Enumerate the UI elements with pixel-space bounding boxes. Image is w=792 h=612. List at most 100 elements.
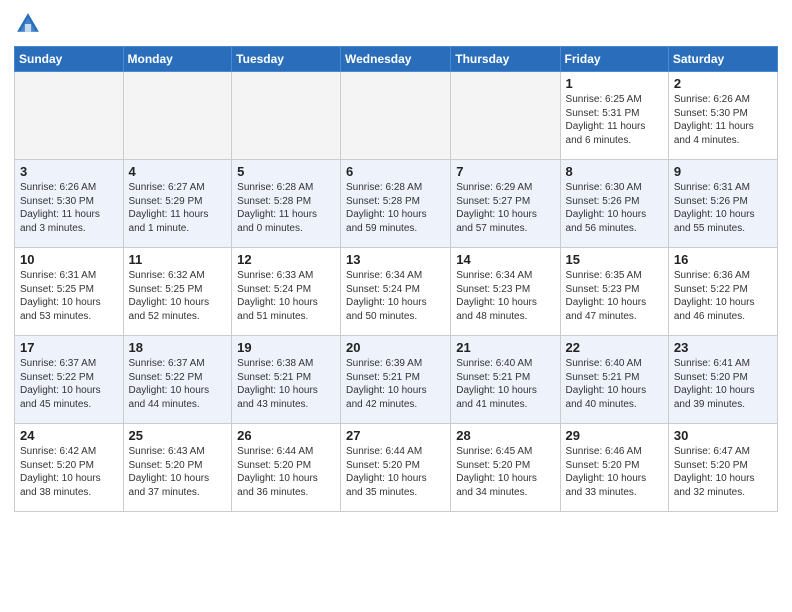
day-cell: 19 Sunrise: 6:38 AM Sunset: 5:21 PM Dayli… [232, 336, 341, 424]
weekday-tuesday: Tuesday [232, 47, 341, 72]
day-cell: 1Sunrise: 6:25 AM Sunset: 5:31 PM Daylig… [560, 72, 668, 160]
day-number: 19 [237, 340, 335, 355]
day-number: 20 [346, 340, 445, 355]
page: SundayMondayTuesdayWednesdayThursdayFrid… [0, 0, 792, 522]
day-info: Sunrise: 6:39 AM Sunset: 5:21 PM Dayligh… [346, 357, 445, 411]
day-number: 13 [346, 252, 445, 267]
day-cell: 18 Sunrise: 6:37 AM Sunset: 5:22 PM Dayli… [123, 336, 232, 424]
day-info: Sunrise: 6:31 AM Sunset: 5:26 PM Dayligh… [674, 181, 772, 235]
day-info: Sunrise: 6:29 AM Sunset: 5:27 PM Dayligh… [456, 181, 554, 235]
day-info: Sunrise: 6:32 AM Sunset: 5:25 PM Dayligh… [129, 269, 227, 323]
day-number: 21 [456, 340, 554, 355]
day-number: 7 [456, 164, 554, 179]
day-info: Sunrise: 6:35 AM Sunset: 5:23 PM Dayligh… [566, 269, 663, 323]
day-cell: 21 Sunrise: 6:40 AM Sunset: 5:21 PM Dayli… [451, 336, 560, 424]
day-info: Sunrise: 6:40 AM Sunset: 5:21 PM Dayligh… [566, 357, 663, 411]
day-info: Sunrise: 6:28 AM Sunset: 5:28 PM Dayligh… [237, 181, 335, 235]
day-cell: 5 Sunrise: 6:28 AM Sunset: 5:28 PM Daylig… [232, 160, 341, 248]
day-number: 6 [346, 164, 445, 179]
day-cell [232, 72, 341, 160]
day-info: Sunrise: 6:34 AM Sunset: 5:24 PM Dayligh… [346, 269, 445, 323]
calendar-table: SundayMondayTuesdayWednesdayThursdayFrid… [14, 46, 778, 512]
day-cell: 23 Sunrise: 6:41 AM Sunset: 5:20 PM Dayli… [668, 336, 777, 424]
day-info: Sunrise: 6:43 AM Sunset: 5:20 PM Dayligh… [129, 445, 227, 499]
day-cell [123, 72, 232, 160]
day-number: 29 [566, 428, 663, 443]
day-cell: 3 Sunrise: 6:26 AM Sunset: 5:30 PM Daylig… [15, 160, 124, 248]
day-cell: 30 Sunrise: 6:47 AM Sunset: 5:20 PM Dayli… [668, 424, 777, 512]
day-info: Sunrise: 6:45 AM Sunset: 5:20 PM Dayligh… [456, 445, 554, 499]
day-cell: 20 Sunrise: 6:39 AM Sunset: 5:21 PM Dayli… [341, 336, 451, 424]
day-number: 16 [674, 252, 772, 267]
day-cell: 29 Sunrise: 6:46 AM Sunset: 5:20 PM Dayli… [560, 424, 668, 512]
day-cell: 25 Sunrise: 6:43 AM Sunset: 5:20 PM Dayli… [123, 424, 232, 512]
day-cell: 15 Sunrise: 6:35 AM Sunset: 5:23 PM Dayli… [560, 248, 668, 336]
day-number: 24 [20, 428, 118, 443]
weekday-monday: Monday [123, 47, 232, 72]
day-info: Sunrise: 6:27 AM Sunset: 5:29 PM Dayligh… [129, 181, 227, 235]
day-number: 27 [346, 428, 445, 443]
weekday-wednesday: Wednesday [341, 47, 451, 72]
day-number: 2 [674, 76, 772, 91]
day-cell: 4 Sunrise: 6:27 AM Sunset: 5:29 PM Daylig… [123, 160, 232, 248]
day-number: 5 [237, 164, 335, 179]
day-info: Sunrise: 6:40 AM Sunset: 5:21 PM Dayligh… [456, 357, 554, 411]
day-cell: 22 Sunrise: 6:40 AM Sunset: 5:21 PM Dayli… [560, 336, 668, 424]
day-info: Sunrise: 6:44 AM Sunset: 5:20 PM Dayligh… [346, 445, 445, 499]
day-cell: 10Sunrise: 6:31 AM Sunset: 5:25 PM Dayli… [15, 248, 124, 336]
day-info: Sunrise: 6:38 AM Sunset: 5:21 PM Dayligh… [237, 357, 335, 411]
weekday-sunday: Sunday [15, 47, 124, 72]
day-info: Sunrise: 6:44 AM Sunset: 5:20 PM Dayligh… [237, 445, 335, 499]
day-number: 11 [129, 252, 227, 267]
day-number: 22 [566, 340, 663, 355]
logo-icon [14, 10, 42, 38]
day-number: 30 [674, 428, 772, 443]
day-info: Sunrise: 6:28 AM Sunset: 5:28 PM Dayligh… [346, 181, 445, 235]
day-info: Sunrise: 6:31 AM Sunset: 5:25 PM Dayligh… [20, 269, 118, 323]
day-number: 3 [20, 164, 118, 179]
day-info: Sunrise: 6:26 AM Sunset: 5:30 PM Dayligh… [674, 93, 772, 147]
day-cell: 8Sunrise: 6:30 AM Sunset: 5:26 PM Daylig… [560, 160, 668, 248]
week-row-5: 24 Sunrise: 6:42 AM Sunset: 5:20 PM Dayli… [15, 424, 778, 512]
day-info: Sunrise: 6:47 AM Sunset: 5:20 PM Dayligh… [674, 445, 772, 499]
day-info: Sunrise: 6:34 AM Sunset: 5:23 PM Dayligh… [456, 269, 554, 323]
day-info: Sunrise: 6:25 AM Sunset: 5:31 PM Dayligh… [566, 93, 663, 147]
day-number: 28 [456, 428, 554, 443]
day-cell: 28 Sunrise: 6:45 AM Sunset: 5:20 PM Dayli… [451, 424, 560, 512]
header [14, 10, 778, 38]
week-row-1: 1Sunrise: 6:25 AM Sunset: 5:31 PM Daylig… [15, 72, 778, 160]
day-info: Sunrise: 6:30 AM Sunset: 5:26 PM Dayligh… [566, 181, 663, 235]
weekday-header-row: SundayMondayTuesdayWednesdayThursdayFrid… [15, 47, 778, 72]
day-number: 14 [456, 252, 554, 267]
week-row-2: 3 Sunrise: 6:26 AM Sunset: 5:30 PM Daylig… [15, 160, 778, 248]
weekday-thursday: Thursday [451, 47, 560, 72]
day-number: 15 [566, 252, 663, 267]
day-info: Sunrise: 6:41 AM Sunset: 5:20 PM Dayligh… [674, 357, 772, 411]
day-cell: 13 Sunrise: 6:34 AM Sunset: 5:24 PM Dayli… [341, 248, 451, 336]
day-cell: 14 Sunrise: 6:34 AM Sunset: 5:23 PM Dayli… [451, 248, 560, 336]
weekday-friday: Friday [560, 47, 668, 72]
day-info: Sunrise: 6:46 AM Sunset: 5:20 PM Dayligh… [566, 445, 663, 499]
day-cell: 11 Sunrise: 6:32 AM Sunset: 5:25 PM Dayli… [123, 248, 232, 336]
day-number: 26 [237, 428, 335, 443]
day-cell: 6 Sunrise: 6:28 AM Sunset: 5:28 PM Daylig… [341, 160, 451, 248]
day-number: 17 [20, 340, 118, 355]
day-cell: 9Sunrise: 6:31 AM Sunset: 5:26 PM Daylig… [668, 160, 777, 248]
day-cell: 27 Sunrise: 6:44 AM Sunset: 5:20 PM Dayli… [341, 424, 451, 512]
day-number: 4 [129, 164, 227, 179]
day-number: 23 [674, 340, 772, 355]
week-row-3: 10Sunrise: 6:31 AM Sunset: 5:25 PM Dayli… [15, 248, 778, 336]
day-info: Sunrise: 6:42 AM Sunset: 5:20 PM Dayligh… [20, 445, 118, 499]
week-row-4: 17 Sunrise: 6:37 AM Sunset: 5:22 PM Dayli… [15, 336, 778, 424]
day-number: 25 [129, 428, 227, 443]
weekday-saturday: Saturday [668, 47, 777, 72]
day-cell: 24 Sunrise: 6:42 AM Sunset: 5:20 PM Dayli… [15, 424, 124, 512]
day-cell: 17Sunrise: 6:37 AM Sunset: 5:22 PM Dayli… [15, 336, 124, 424]
day-info: Sunrise: 6:33 AM Sunset: 5:24 PM Dayligh… [237, 269, 335, 323]
day-cell: 2 Sunrise: 6:26 AM Sunset: 5:30 PM Daylig… [668, 72, 777, 160]
day-info: Sunrise: 6:26 AM Sunset: 5:30 PM Dayligh… [20, 181, 118, 235]
day-info: Sunrise: 6:37 AM Sunset: 5:22 PM Dayligh… [129, 357, 227, 411]
day-number: 18 [129, 340, 227, 355]
day-info: Sunrise: 6:36 AM Sunset: 5:22 PM Dayligh… [674, 269, 772, 323]
day-cell [15, 72, 124, 160]
